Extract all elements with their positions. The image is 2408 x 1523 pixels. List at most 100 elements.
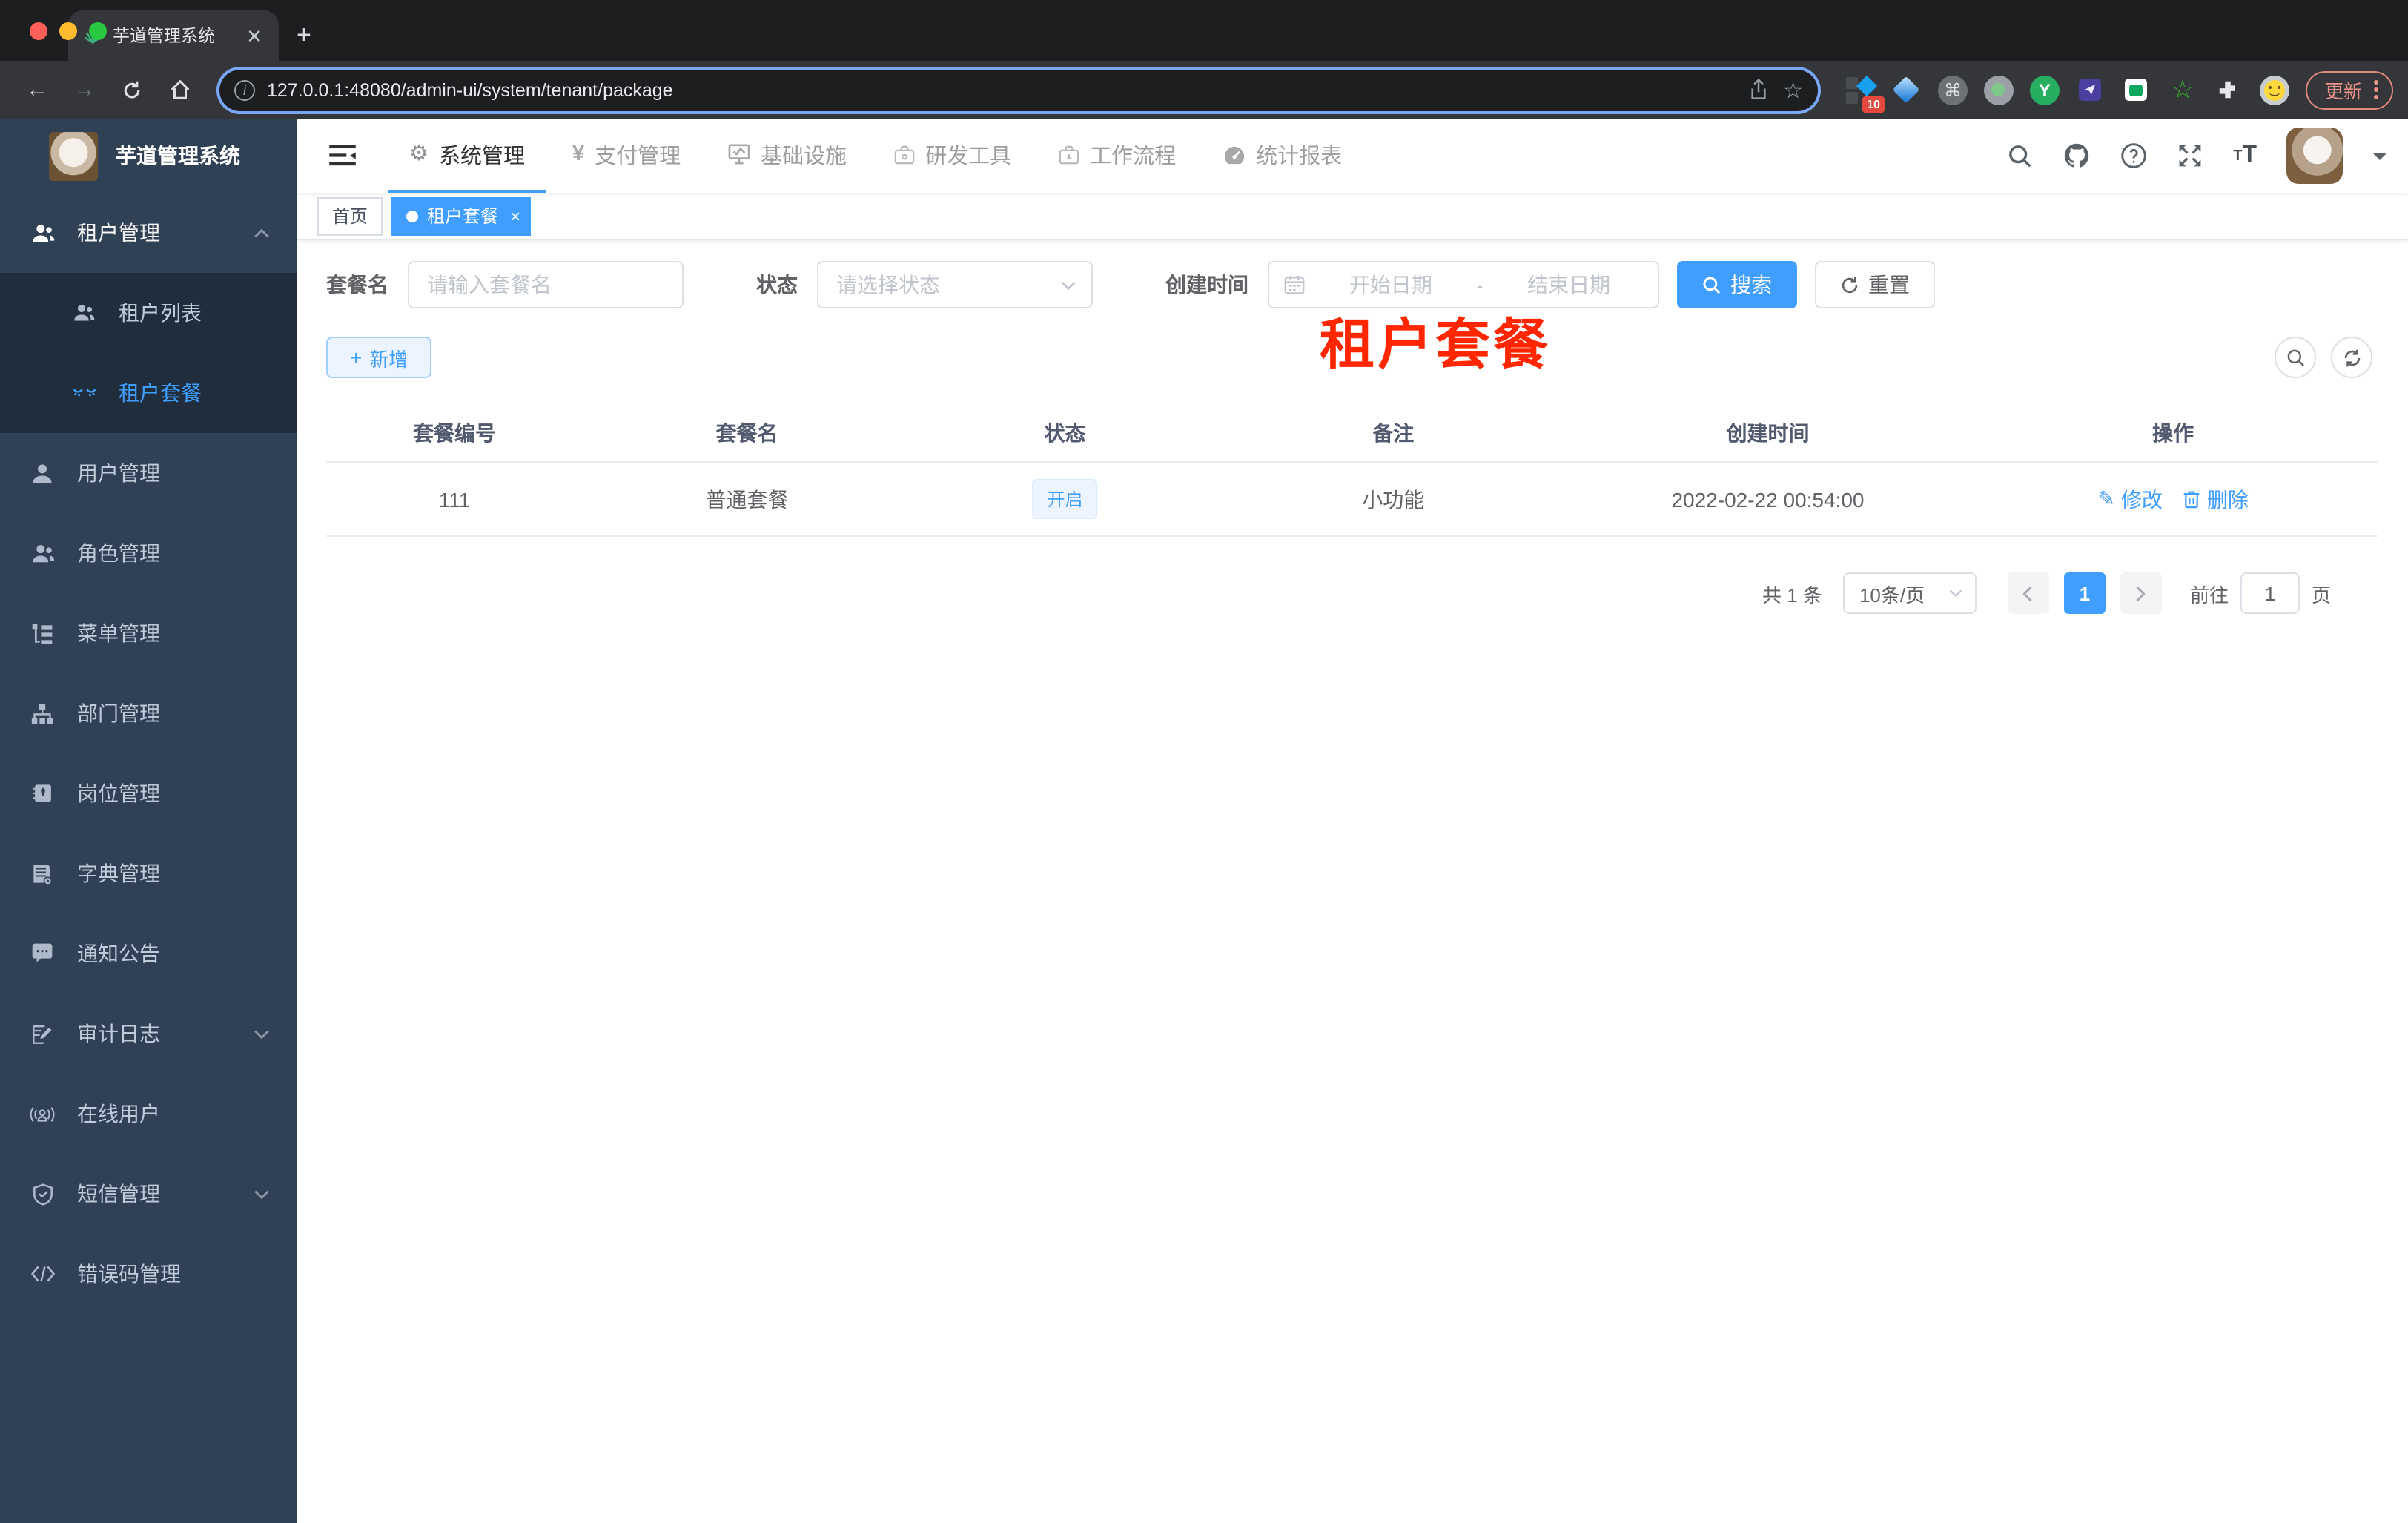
url-bar[interactable]: i 127.0.0.1:48080/admin-ui/system/tenant… [219,69,1818,110]
table-header-row: 套餐编号 套餐名 状态 备注 创建时间 操作 [326,403,2378,463]
page-size-select[interactable]: 10条/页 [1842,572,1977,614]
package-name-input[interactable] [408,261,684,308]
show-search-toggle-button[interactable] [2275,337,2316,378]
extension-shield-icon[interactable] [2074,73,2107,106]
tab-title: 芋道管理系统 [113,28,215,46]
tag-close-icon[interactable]: × [510,205,520,226]
peoples-icon [71,303,96,323]
sidebar-item-tenant-package[interactable]: 租户套餐 [0,353,297,433]
goto-page-input[interactable] [2240,572,2300,614]
forward-icon[interactable]: → [65,70,104,109]
sidebar-item-menu-management[interactable]: 菜单管理 [0,593,297,673]
closed-eyes-icon [71,386,96,400]
end-date-input[interactable] [1495,273,1643,297]
sidebar-item-dept-management[interactable]: 部门管理 [0,673,297,753]
next-page-button[interactable] [2120,572,2162,614]
site-info-icon[interactable]: i [234,79,255,100]
reload-icon[interactable] [113,70,151,109]
extensions-row: 10 ⌘ Y ☆ [1845,73,2291,112]
hamburger-icon[interactable] [317,131,368,181]
start-date-input[interactable] [1317,273,1465,297]
avatar-caret-icon[interactable] [2372,152,2387,167]
edit-link[interactable]: ✎ 修改 [2097,484,2162,514]
extension-emoji-icon[interactable] [2258,73,2291,106]
col-header-name: 套餐名 [715,420,778,444]
minimize-window-button[interactable] [59,22,77,40]
status-label: 状态 [756,273,798,297]
create-time-label: 创建时间 [1165,273,1248,297]
sidebar-item-errorcode-management[interactable]: 错误码管理 [0,1234,297,1314]
close-window-button[interactable] [30,22,47,40]
sidebar-item-role-management[interactable]: 角色管理 [0,513,297,593]
nav-item-workflow[interactable]: 工作流程 [1038,119,1197,193]
zoom-window-button[interactable] [89,22,107,40]
refresh-button[interactable] [2331,337,2372,378]
delete-link[interactable]: 删除 [2183,484,2249,514]
cell-id: 111 [438,487,471,511]
github-icon[interactable] [2063,142,2091,169]
peoples-icon [30,222,55,244]
pagination-total: 共 1 条 [1762,584,1822,606]
browser-update-button[interactable]: 更新 [2305,70,2393,109]
plus-icon: + [350,346,363,369]
chevron-down-icon [254,1189,270,1199]
extension-gem-icon[interactable] [1891,73,1923,106]
back-icon[interactable]: ← [18,70,56,109]
search-icon[interactable] [2008,143,2033,168]
sidebar-item-tenant-management[interactable]: 租户管理 [0,193,297,273]
package-name-label: 套餐名 [326,273,388,297]
message-icon [30,943,55,964]
col-header-created: 创建时间 [1726,420,1810,444]
nav-item-system[interactable]: ⚙ 系统管理 [388,119,546,193]
share-icon[interactable] [1747,79,1768,101]
extension-star-icon[interactable]: ☆ [2166,73,2199,106]
new-tab-button[interactable]: + [297,21,311,50]
extension-tabs-icon[interactable]: 10 [1845,73,1885,112]
sidebar-item-audit-log[interactable]: 审计日志 [0,994,297,1074]
extension-y-icon[interactable]: Y [2028,73,2061,106]
chevron-down-icon [1949,589,1962,598]
tab-close-icon[interactable]: ✕ [242,24,267,47]
pagination: 共 1 条 10条/页 1 前往 1 页 [326,572,2378,614]
trash-icon [2184,491,2200,509]
nav-item-payment[interactable]: ¥ 支付管理 [552,119,701,193]
reset-button[interactable]: 重置 [1815,261,1935,308]
home-icon[interactable] [160,70,199,109]
tag-home[interactable]: 首页 [317,196,383,235]
font-size-icon[interactable]: TT [2233,142,2257,169]
prev-page-button[interactable] [2007,572,2049,614]
sidebar-item-post-management[interactable]: 岗位管理 [0,753,297,833]
avatar[interactable] [2286,128,2343,184]
org-tree-icon [30,702,55,724]
edit-log-icon [30,1023,55,1045]
extension-chat-icon[interactable] [2120,73,2153,106]
tag-tenant-package[interactable]: 租户套餐 × [391,196,532,235]
extension-gray-dot-icon[interactable] [1982,73,2015,106]
app-title: 芋道管理系统 [116,144,240,168]
sidebar-item-notice[interactable]: 通知公告 [0,914,297,994]
extensions-puzzle-icon[interactable] [2212,73,2245,106]
bookmark-star-icon[interactable]: ☆ [1783,76,1803,103]
sidebar-item-sms-management[interactable]: 短信管理 [0,1154,297,1234]
cell-actions: ✎ 修改 删除 [1968,484,2378,514]
browser-tab-strip: 芋道管理系统 ✕ + [0,0,2408,61]
nav-item-devtools[interactable]: 研发工具 [873,119,1032,193]
sidebar-item-user-management[interactable]: 用户管理 [0,433,297,513]
sidebar-menu: 租户管理 租户列表 租户套餐 用户管理 角色管理 菜单管理 部门管理 岗位管理 … [0,193,297,1523]
sidebar-item-dict-management[interactable]: 字典管理 [0,833,297,914]
sidebar-item-online-users[interactable]: 在线用户 [0,1074,297,1154]
sidebar-logo[interactable]: 芋道管理系统 [0,119,297,193]
fullscreen-icon[interactable] [2177,142,2203,169]
browser-menu-icon[interactable] [2374,80,2378,99]
add-button[interactable]: + 新增 [326,337,432,378]
page-number-button[interactable]: 1 [2063,572,2106,614]
extension-command-icon[interactable]: ⌘ [1936,73,1969,106]
chevron-down-icon [1060,280,1076,290]
status-select[interactable]: 请选择状态 [817,261,1093,308]
chevron-up-icon [254,228,270,238]
nav-item-infrastructure[interactable]: 基础设施 [707,119,867,193]
help-icon[interactable] [2120,142,2147,169]
nav-item-reports[interactable]: 统计报表 [1203,119,1363,193]
search-button[interactable]: 搜索 [1677,261,1797,308]
sidebar-item-tenant-list[interactable]: 租户列表 [0,273,297,353]
